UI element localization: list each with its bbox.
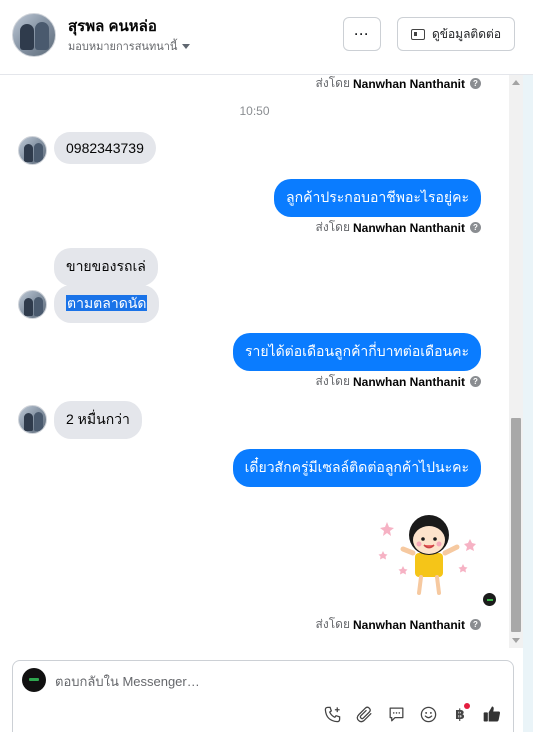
sender-name: Nanwhan Nanthanit [352, 374, 465, 389]
sent-by-line: ส่งโดย Nanwhan Nanthanit ? [316, 75, 481, 93]
contact-avatar-small [18, 405, 47, 434]
outgoing-message[interactable]: ลูกค้าประกอบอาชีพอะไรอยู่คะ [274, 179, 481, 217]
contact-name[interactable]: สุรพล คนหล่อ [68, 14, 157, 38]
sender-name: Nanwhan Nanthanit [352, 76, 465, 91]
incoming-message[interactable]: ตามตลาดนัด [54, 285, 160, 323]
view-contact-label: ดูข้อมูลติดต่อ [431, 26, 502, 41]
scrollbar[interactable] [509, 75, 523, 648]
scroll-down-arrow-icon[interactable] [512, 638, 520, 643]
composer-area: ฿ [0, 648, 523, 732]
message-list[interactable]: ส่งโดย Nanwhan Nanthanit ? 10:50 0982343… [0, 75, 509, 648]
baht-icon[interactable]: ฿ [449, 703, 471, 725]
contact-avatar[interactable] [12, 13, 56, 57]
sent-by-line: ส่งโดย Nanwhan Nanthanit ? [316, 218, 481, 237]
sticker-message[interactable] [375, 509, 480, 599]
reply-composer: ฿ [12, 660, 514, 732]
paperclip-icon[interactable] [353, 703, 375, 725]
assign-conversation-dropdown[interactable]: มอบหมายการสนทนานี้ [68, 37, 191, 55]
help-icon[interactable]: ? [470, 222, 481, 233]
sender-name: Nanwhan Nanthanit [352, 617, 465, 632]
page-avatar-read-receipt [482, 592, 497, 607]
smiley-icon[interactable] [417, 703, 439, 725]
view-contact-button[interactable]: ดูข้อมูลติดต่อ [397, 17, 515, 51]
caret-down-icon [182, 43, 191, 49]
incoming-message[interactable]: 0982343739 [54, 132, 156, 164]
contact-avatar-small [18, 136, 47, 165]
ellipsis-icon: ··· [354, 27, 370, 41]
outgoing-message[interactable]: รายได้ต่อเดือนลูกค้ากี่บาทต่อเดือนคะ [232, 333, 481, 371]
outgoing-message[interactable]: เดี๋ยวสักครู่มีเซลล์ติดต่อลูกค้าไปนะคะ [232, 449, 481, 487]
window-edge [523, 0, 533, 732]
help-icon[interactable]: ? [470, 78, 481, 89]
sender-name: Nanwhan Nanthanit [352, 220, 465, 235]
baht-glyph: ฿ [455, 705, 465, 722]
reply-input[interactable] [55, 669, 495, 693]
incoming-message[interactable]: ขายของรถเล่ [54, 248, 158, 286]
sent-by-line: ส่งโดย Nanwhan Nanthanit ? [316, 615, 481, 634]
incoming-message[interactable]: 2 หมื่นกว่า [54, 401, 142, 439]
add-call-icon[interactable] [321, 703, 343, 725]
more-options-button[interactable]: ··· [343, 17, 381, 51]
help-icon[interactable]: ? [470, 619, 481, 630]
assign-label: มอบหมายการสนทนานี้ [68, 41, 178, 53]
selected-text: ตามตลาดนัด [66, 295, 148, 311]
scrollbar-thumb[interactable] [511, 418, 521, 632]
contact-card-icon [410, 28, 425, 40]
scroll-up-arrow-icon[interactable] [512, 80, 520, 85]
contact-avatar-small [18, 290, 47, 319]
sent-by-line: ส่งโดย Nanwhan Nanthanit ? [316, 372, 481, 391]
message-timestamp: 10:50 [239, 104, 270, 118]
notification-dot [464, 703, 470, 709]
composer-toolbar: ฿ [321, 703, 503, 725]
thumbs-up-icon[interactable] [481, 703, 503, 725]
help-icon[interactable]: ? [470, 376, 481, 387]
page-logo-avatar [22, 668, 46, 692]
chat-bubble-icon[interactable] [385, 703, 407, 725]
conversation-header: สุรพล คนหล่อ มอบหมายการสนทนานี้ ··· ดูข้… [0, 0, 533, 75]
